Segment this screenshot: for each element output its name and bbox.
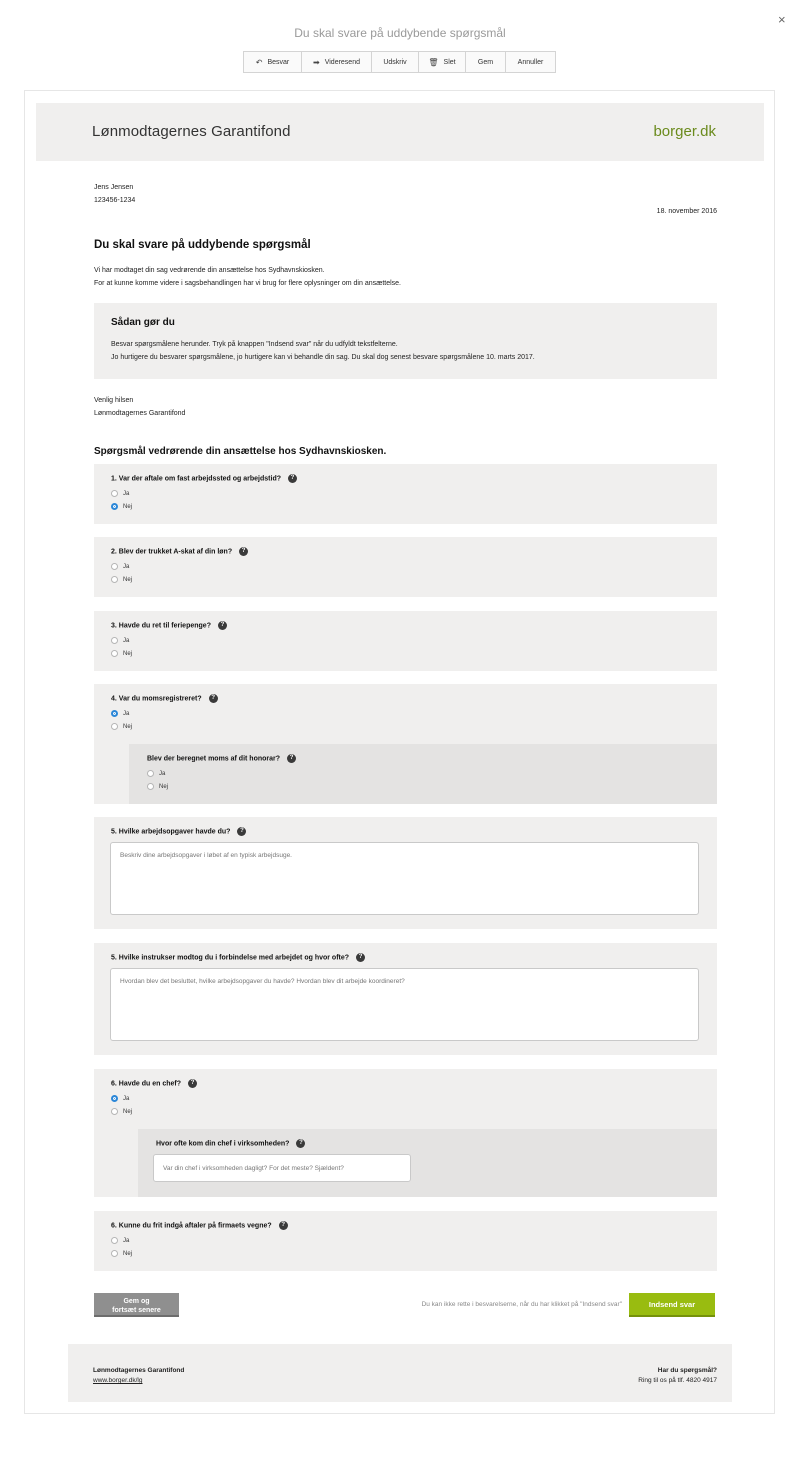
radio-yes[interactable]: Ja: [111, 490, 129, 497]
submit-button[interactable]: Indsend svar: [629, 1293, 715, 1317]
footer-contact: Lønmodtagernes Garantifond www.borger.dk…: [93, 1366, 184, 1386]
letter-heading: Du skal svare på uddybende spørgsmål: [94, 239, 311, 251]
question-6-followup: Hvor ofte kom din chef i virksomheden??: [138, 1129, 717, 1197]
how-to-text-1: Besvar spørgsmålene herunder. Tryk på kn…: [111, 341, 398, 348]
footer-phone: Ring til os på tlf. 4820 4917: [638, 1377, 717, 1384]
delete-button[interactable]: 🗑 Slet: [419, 52, 466, 72]
footer-org: Lønmodtagernes Garantifond: [93, 1367, 185, 1374]
question-label: 6. Havde du en chef??: [111, 1079, 198, 1088]
save-continue-later-button[interactable]: Gem og fortsæt senere: [94, 1293, 179, 1317]
letter-document: Lønmodtagernes Garantifond borger.dk Jen…: [36, 103, 764, 1403]
radio-no[interactable]: Nej: [111, 1108, 132, 1115]
how-to-box: Sådan gør du Besvar spørgsmålene herunde…: [94, 303, 717, 379]
forward-icon: ➡: [313, 57, 320, 67]
help-icon[interactable]: ?: [217, 621, 227, 630]
letter-footer: Lønmodtagernes Garantifond www.borger.dk…: [68, 1344, 732, 1402]
question-label: Blev der beregnet moms af dit honorar??: [147, 754, 297, 763]
recipient-name: Jens Jensen: [94, 184, 134, 191]
work-tasks-field[interactable]: [110, 842, 699, 915]
trash-icon: 🗑: [428, 57, 439, 67]
help-icon[interactable]: ?: [287, 754, 297, 763]
question-6: 6. Havde du en chef?? Ja Nej Hvor ofte k…: [94, 1069, 717, 1197]
letter-date: 18. november 2016: [656, 208, 717, 215]
signature: Lønmodtagernes Garantifond: [94, 410, 186, 417]
intro-paragraph-2: For at kunne komme videre i sagsbehandli…: [94, 280, 401, 287]
radio-yes[interactable]: Ja: [147, 770, 165, 777]
question-label: 1. Var der aftale om fast arbejdssted og…: [111, 474, 297, 483]
question-label: Hvor ofte kom din chef i virksomheden??: [156, 1139, 306, 1148]
help-icon[interactable]: ?: [356, 953, 366, 962]
radio-no[interactable]: Nej: [111, 576, 132, 583]
question-label: 5. Hvilke instrukser modtog du i forbind…: [111, 953, 366, 962]
footer-question: Har du spørgsmål?: [657, 1367, 717, 1374]
close-icon[interactable]: ×: [778, 12, 786, 27]
submit-note: Du kan ikke rette i besvarelserne, når d…: [421, 1301, 622, 1308]
how-to-heading: Sådan gør du: [111, 317, 175, 328]
help-icon[interactable]: ?: [188, 1079, 198, 1088]
radio-no[interactable]: Nej: [147, 783, 168, 790]
boss-frequency-field[interactable]: [153, 1154, 411, 1182]
instructions-field[interactable]: [110, 968, 699, 1041]
question-2: 2. Blev der trukket A-skat af din løn?? …: [94, 537, 717, 597]
question-5: 5. Hvilke arbejdsopgaver havde du??: [94, 817, 717, 929]
forward-button[interactable]: ➡ Videresend: [302, 52, 372, 72]
intro-paragraph-1: Vi har modtaget din sag vedrørende din a…: [94, 267, 325, 274]
question-5b: 5. Hvilke instrukser modtog du i forbind…: [94, 943, 717, 1055]
footer-help: Har du spørgsmål? Ring til os på tlf. 48…: [638, 1366, 717, 1386]
question-label: 6. Kunne du frit indgå aftaler på firmae…: [111, 1221, 288, 1230]
window-title: Du skal svare på uddybende spørgsmål: [294, 26, 506, 40]
help-icon[interactable]: ?: [237, 827, 247, 836]
radio-no[interactable]: Nej: [111, 503, 132, 510]
reply-icon: ↶: [255, 57, 263, 67]
recipient-cpr: 123456-1234: [94, 197, 136, 204]
radio-yes[interactable]: Ja: [111, 563, 129, 570]
how-to-text-2: Jo hurtigere du besvarer spørgsmålene, j…: [111, 354, 535, 361]
question-4-followup: Blev der beregnet moms af dit honorar?? …: [129, 744, 717, 804]
question-7: 6. Kunne du frit indgå aftaler på firmae…: [94, 1211, 717, 1271]
questions-heading: Spørgsmål vedrørende din ansættelse hos …: [94, 446, 387, 457]
radio-yes[interactable]: Ja: [111, 1237, 129, 1244]
help-icon[interactable]: ?: [296, 1139, 306, 1148]
radio-yes[interactable]: Ja: [111, 637, 129, 644]
question-label: 2. Blev der trukket A-skat af din løn??: [111, 547, 249, 556]
print-button[interactable]: Udskriv: [372, 52, 419, 72]
question-label: 5. Hvilke arbejdsopgaver havde du??: [111, 827, 247, 836]
help-icon[interactable]: ?: [278, 1221, 288, 1230]
question-label: 3. Havde du ret til feriepenge??: [111, 621, 227, 630]
borger-dk-logo: borger.dk: [653, 123, 716, 140]
radio-yes[interactable]: Ja: [111, 1095, 129, 1102]
org-name: Lønmodtagernes Garantifond: [92, 123, 291, 140]
help-icon[interactable]: ?: [208, 694, 218, 703]
toolbar: ↶ Besvar ➡ Videresend Udskriv 🗑 Slet Gem An…: [243, 51, 556, 73]
help-icon[interactable]: ?: [239, 547, 249, 556]
footer-link[interactable]: www.borger.dk/lg: [93, 1377, 143, 1384]
question-3: 3. Havde du ret til feriepenge?? Ja Nej: [94, 611, 717, 671]
cancel-button[interactable]: Annuller: [506, 52, 555, 72]
question-4: 4. Var du momsregistreret?? Ja Nej Blev …: [94, 684, 717, 804]
question-label: 4. Var du momsregistreret??: [111, 694, 218, 703]
radio-no[interactable]: Nej: [111, 650, 132, 657]
letter-header: Lønmodtagernes Garantifond borger.dk: [36, 103, 764, 161]
radio-no[interactable]: Nej: [111, 723, 132, 730]
reply-button[interactable]: ↶ Besvar: [244, 52, 302, 72]
greeting: Venlig hilsen: [94, 397, 134, 404]
help-icon[interactable]: ?: [288, 474, 297, 483]
question-1: 1. Var der aftale om fast arbejdssted og…: [94, 464, 717, 524]
radio-no[interactable]: Nej: [111, 1250, 132, 1257]
save-button[interactable]: Gem: [466, 52, 506, 72]
radio-yes[interactable]: Ja: [111, 710, 129, 717]
